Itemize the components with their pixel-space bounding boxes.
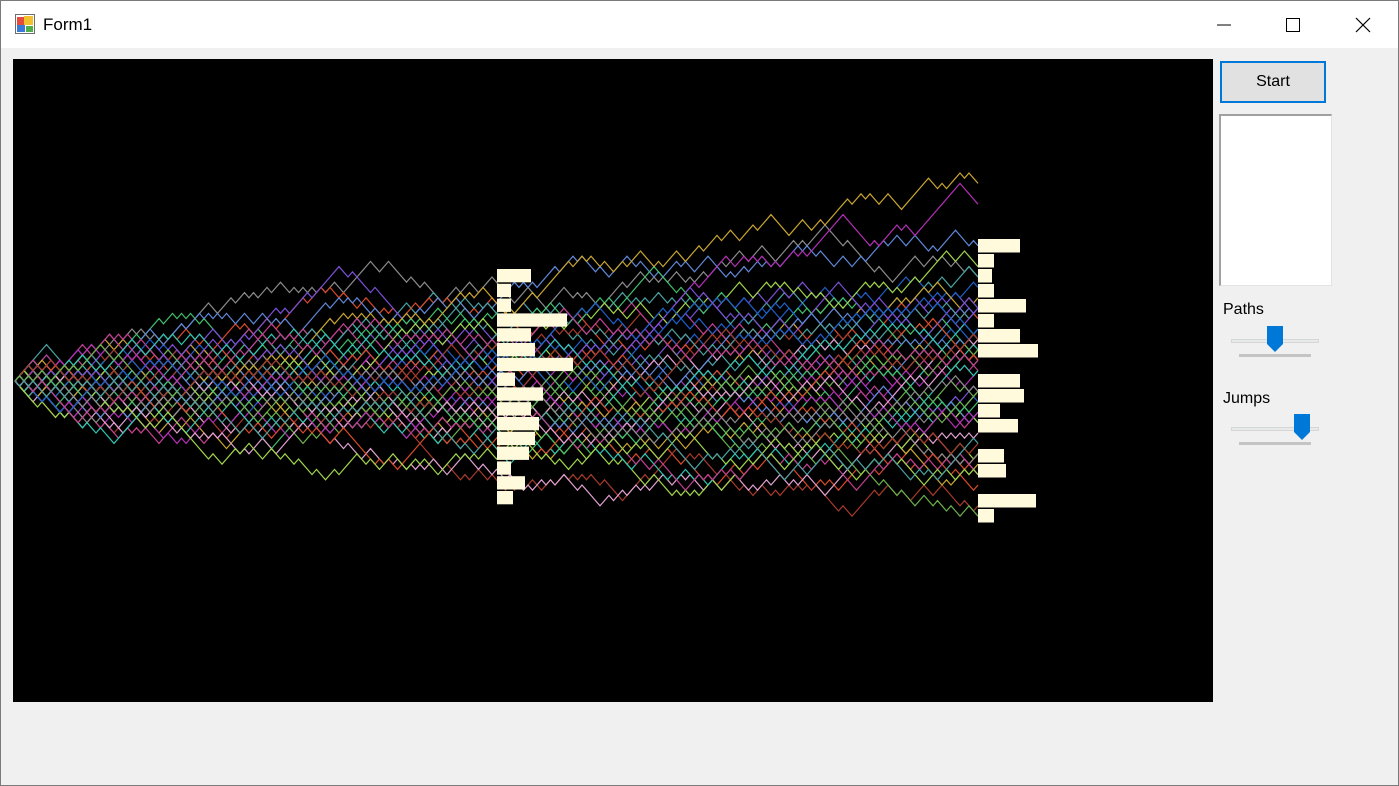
app-icon — [15, 14, 35, 34]
maximize-button[interactable] — [1258, 1, 1328, 48]
walk-path — [14, 296, 979, 414]
random-walk-plot — [14, 172, 1038, 523]
midpoint-histogram-bar — [497, 476, 525, 490]
walk-path — [14, 265, 979, 398]
paths-label: Paths — [1223, 301, 1264, 318]
walk-path — [14, 317, 979, 471]
output-listbox[interactable] — [1219, 114, 1332, 286]
midpoint-histogram-bar — [497, 387, 543, 401]
slider-ticks — [1239, 442, 1311, 445]
endpoint-histogram-bar — [978, 284, 994, 298]
walk-path — [14, 374, 979, 497]
midpoint-histogram-bar — [497, 269, 531, 283]
endpoint-histogram-bar — [978, 239, 1020, 253]
endpoint-histogram-bar — [978, 389, 1024, 403]
midpoint-histogram-bar — [497, 328, 531, 342]
minimize-icon — [1217, 18, 1231, 32]
midpoint-histogram-bar — [497, 431, 535, 446]
paths-slider-thumb[interactable] — [1267, 326, 1283, 352]
jumps-slider[interactable] — [1229, 407, 1321, 447]
midpoint-histogram-bar — [497, 283, 511, 298]
jumps-label: Jumps — [1223, 390, 1271, 407]
walk-path — [14, 281, 979, 434]
close-button[interactable] — [1328, 1, 1398, 48]
endpoint-histogram-bar — [978, 299, 1026, 313]
walk-path — [14, 307, 979, 398]
endpoint-histogram-bar — [978, 344, 1038, 358]
midpoint-histogram-bar — [497, 446, 529, 460]
midpoint-histogram-bar — [497, 343, 535, 357]
walk-path — [14, 265, 979, 388]
title-bar[interactable]: Form1 — [1, 1, 1398, 48]
endpoint-histogram-bar — [978, 449, 1004, 463]
midpoint-histogram-bar — [497, 402, 531, 416]
walk-path — [14, 374, 979, 507]
maximize-icon — [1286, 17, 1300, 32]
walk-path — [14, 343, 979, 434]
close-icon — [1355, 17, 1371, 33]
endpoint-histogram-bar — [978, 269, 992, 283]
walk-path — [14, 364, 979, 518]
endpoint-histogram-bar — [978, 419, 1018, 433]
start-button[interactable]: Start — [1220, 61, 1326, 103]
midpoint-histogram-bar — [497, 491, 513, 505]
endpoint-histogram-bar — [978, 254, 994, 268]
form-window: Form1 Start Paths Jumps — [0, 0, 1399, 786]
walk-path — [14, 364, 979, 486]
slider-ticks — [1239, 354, 1311, 357]
jumps-slider-thumb[interactable] — [1294, 414, 1311, 440]
midpoint-histogram-bar — [497, 372, 515, 386]
endpoint-histogram-bar — [978, 509, 994, 523]
midpoint-histogram-bar — [497, 417, 539, 431]
minimize-button[interactable] — [1189, 1, 1259, 48]
endpoint-histogram-bar — [978, 329, 1020, 343]
walk-path — [14, 338, 979, 429]
endpoint-histogram-bar — [978, 464, 1006, 478]
midpoint-histogram-bar — [497, 461, 511, 475]
window-title: Form1 — [43, 15, 93, 34]
endpoint-histogram-bar — [978, 314, 994, 328]
endpoint-histogram-bar — [978, 404, 1000, 418]
endpoint-histogram-bar — [978, 374, 1020, 388]
walk-path — [14, 291, 979, 414]
paths-slider[interactable] — [1229, 319, 1321, 359]
midpoint-histogram-bar — [497, 357, 573, 372]
midpoint-histogram-bar — [497, 313, 567, 327]
endpoint-histogram-bar — [978, 494, 1036, 508]
midpoint-histogram-bar — [497, 298, 511, 312]
random-walk-canvas — [13, 59, 1213, 702]
